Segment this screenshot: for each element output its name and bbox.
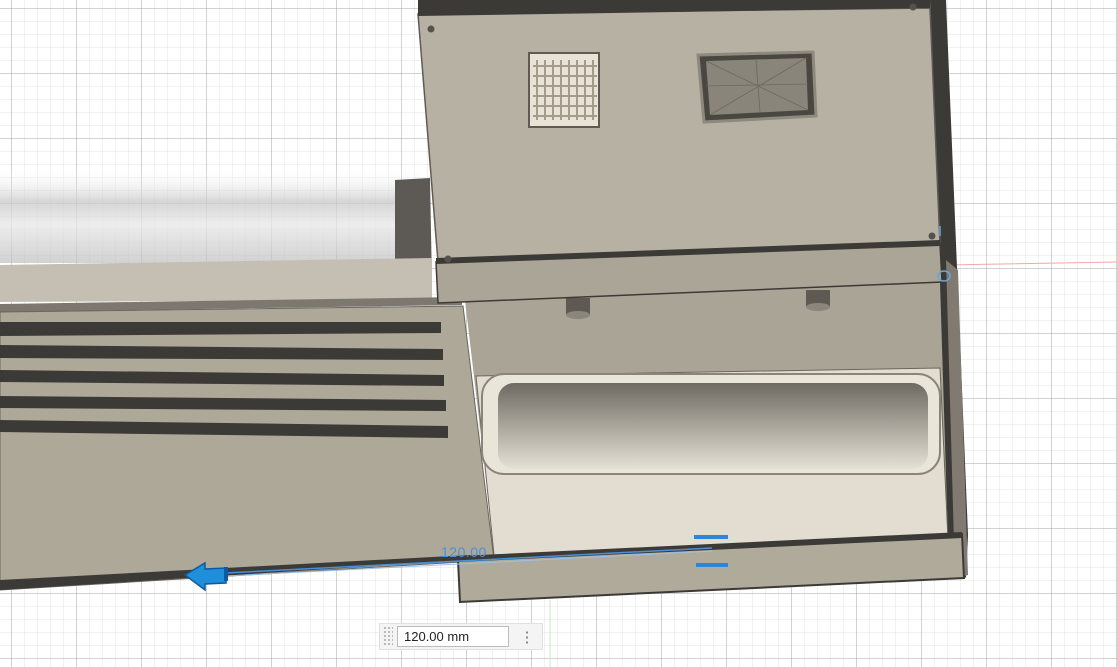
- display-window-inner: [706, 58, 808, 115]
- x-axis-line: [944, 261, 1117, 266]
- more-options-button[interactable]: ⋮: [516, 626, 538, 647]
- dimension-tick-upper: [694, 535, 728, 539]
- vertical-ellipsis-icon: ⋮: [519, 628, 535, 646]
- back-block-face: [0, 258, 432, 302]
- model-scene: [0, 0, 1117, 667]
- drawer-bin-inner: [498, 383, 928, 469]
- distance-input[interactable]: [397, 626, 509, 647]
- canvas-viewport[interactable]: 120.00 ⋮: [0, 0, 1117, 667]
- dimension-tick-lower: [696, 563, 728, 567]
- dimension-value-label: 120.00: [441, 544, 487, 560]
- housing-top[interactable]: [417, 7, 941, 263]
- drag-grip-icon[interactable]: [383, 626, 393, 647]
- dimension-input-panel: ⋮: [379, 623, 543, 650]
- blurred-slab: [0, 168, 420, 263]
